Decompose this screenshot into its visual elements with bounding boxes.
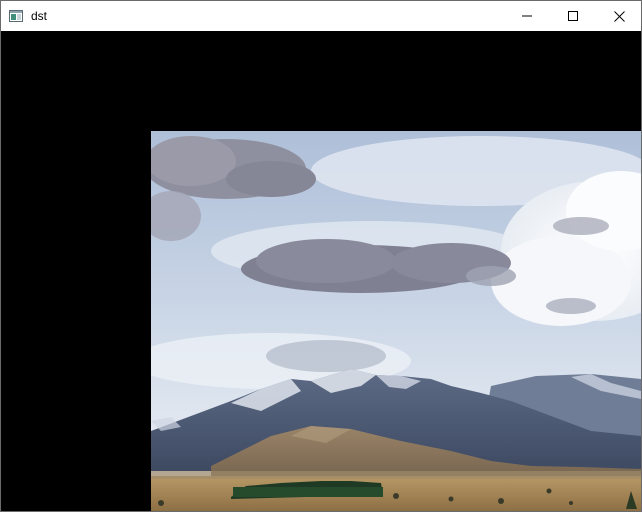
close-button[interactable] bbox=[596, 1, 641, 31]
maximize-button[interactable] bbox=[550, 1, 596, 31]
minimize-icon bbox=[522, 15, 532, 17]
minimize-button[interactable] bbox=[504, 1, 550, 31]
landscape-photo bbox=[151, 131, 641, 511]
image-window: dst bbox=[0, 0, 642, 512]
title-bar[interactable]: dst bbox=[1, 1, 641, 31]
maximize-icon bbox=[568, 11, 578, 21]
close-icon bbox=[613, 10, 625, 22]
image-canvas bbox=[1, 31, 641, 511]
app-window-icon bbox=[9, 10, 23, 22]
window-title: dst bbox=[31, 9, 48, 23]
photo-landscape bbox=[151, 131, 641, 511]
